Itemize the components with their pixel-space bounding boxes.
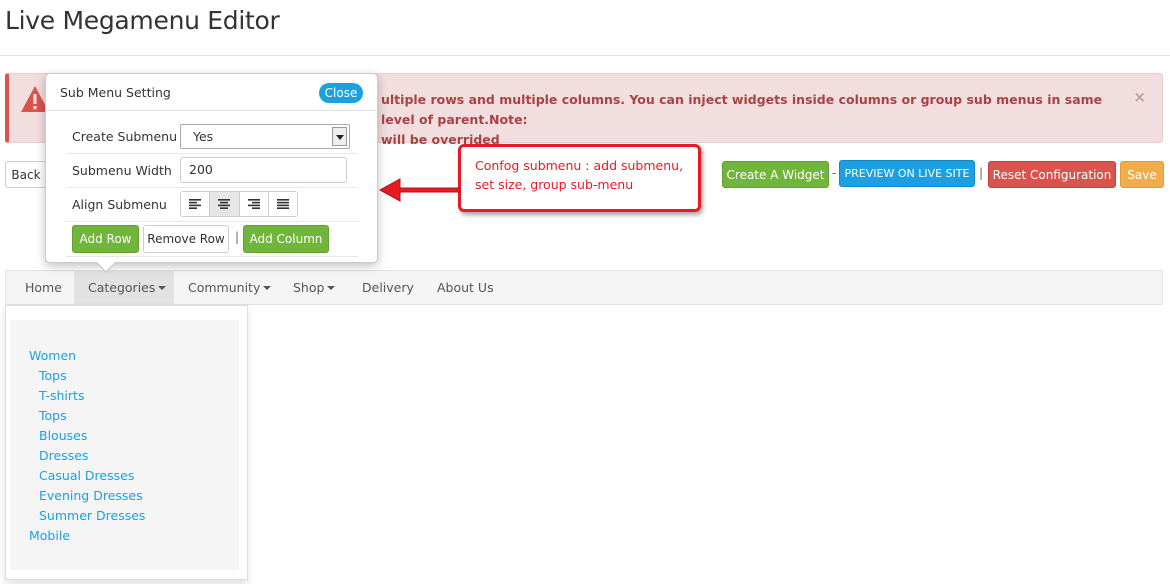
submenu-link-blouses[interactable]: Blouses bbox=[39, 428, 87, 443]
annotation-arrow-icon bbox=[378, 178, 461, 202]
save-button[interactable]: Save bbox=[1120, 161, 1164, 188]
nav-item-categories[interactable]: Categories bbox=[74, 271, 174, 304]
submenu-link-tops[interactable]: Tops bbox=[39, 408, 67, 423]
submenu-width-input[interactable]: 200 bbox=[180, 157, 347, 183]
align-left-button[interactable] bbox=[181, 192, 211, 216]
nav-item-about-us[interactable]: About Us bbox=[423, 271, 508, 304]
callout-line-2: set size, group sub-menu bbox=[475, 177, 634, 192]
categories-dropdown: Women Tops T-shirts Tops Blouses Dresses… bbox=[5, 305, 248, 580]
divider bbox=[66, 187, 358, 188]
chevron-down-icon bbox=[332, 127, 347, 146]
popover-pointer bbox=[97, 262, 115, 271]
align-justify-icon bbox=[276, 199, 289, 209]
caret-down-icon bbox=[158, 285, 167, 290]
submenu-link-tops[interactable]: Tops bbox=[39, 368, 67, 383]
align-submenu-label: Align Submenu bbox=[72, 197, 167, 212]
nav-item-delivery[interactable]: Delivery bbox=[348, 271, 428, 304]
align-center-button[interactable] bbox=[210, 192, 240, 216]
align-justify-button[interactable] bbox=[268, 192, 297, 216]
divider bbox=[66, 153, 358, 154]
submenu-setting-popover: Sub Menu Setting Close Create Submenu Ye… bbox=[45, 73, 378, 273]
create-widget-button[interactable]: Create A Widget bbox=[722, 161, 829, 188]
caret-down-icon bbox=[327, 285, 336, 290]
popover-header: Sub Menu Setting Close bbox=[46, 74, 377, 111]
submenu-link-dresses[interactable]: Dresses bbox=[39, 448, 88, 463]
menu-navbar: Home Categories Community Shop Delivery … bbox=[5, 270, 1163, 305]
alert-line-1: ultiple rows and multiple columns. You c… bbox=[381, 92, 1103, 127]
submenu-link-summer-dresses[interactable]: Summer Dresses bbox=[39, 508, 145, 523]
submenu-link-tshirts[interactable]: T-shirts bbox=[39, 388, 84, 403]
submenu-width-label: Submenu Width bbox=[72, 163, 172, 178]
nav-label: Delivery bbox=[362, 280, 414, 295]
title-divider bbox=[0, 55, 1170, 56]
submenu-link-casual-dresses[interactable]: Casual Dresses bbox=[39, 468, 134, 483]
nav-label: About Us bbox=[437, 280, 494, 295]
align-submenu-group bbox=[180, 191, 298, 217]
page-title: Live Megamenu Editor bbox=[5, 6, 280, 35]
submenu-link-women[interactable]: Women bbox=[29, 348, 76, 363]
divider bbox=[66, 256, 358, 257]
nav-item-community[interactable]: Community bbox=[174, 271, 285, 304]
preview-live-site-button[interactable]: PREVIEW ON LIVE SITE bbox=[839, 160, 975, 187]
submenu-link-evening-dresses[interactable]: Evening Dresses bbox=[39, 488, 143, 503]
add-column-button[interactable]: Add Column bbox=[243, 225, 329, 253]
remove-row-button[interactable]: Remove Row bbox=[143, 225, 229, 253]
alert-message: ultiple rows and multiple columns. You c… bbox=[381, 90, 1121, 150]
create-submenu-value: Yes bbox=[193, 129, 214, 144]
divider bbox=[66, 221, 358, 222]
align-left-icon bbox=[189, 199, 202, 209]
nav-label: Home bbox=[25, 280, 62, 295]
toolbar-separator: | bbox=[979, 166, 984, 180]
submenu-column[interactable]: Women Tops T-shirts Tops Blouses Dresses… bbox=[10, 320, 239, 570]
annotation-callout: Confog submenu : add submenu, set size, … bbox=[458, 144, 701, 212]
reset-configuration-button[interactable]: Reset Configuration bbox=[988, 161, 1116, 188]
alert-close-icon[interactable]: × bbox=[1133, 88, 1146, 106]
nav-label: Categories bbox=[88, 280, 156, 295]
align-right-icon bbox=[247, 199, 260, 209]
align-right-button[interactable] bbox=[239, 192, 269, 216]
back-button[interactable]: Back bbox=[5, 161, 47, 188]
create-submenu-label: Create Submenu bbox=[72, 129, 178, 144]
nav-item-shop[interactable]: Shop bbox=[279, 271, 349, 304]
popover-close-button[interactable]: Close bbox=[319, 83, 363, 103]
toolbar-separator: - bbox=[832, 166, 837, 180]
align-center-icon bbox=[218, 199, 231, 209]
popover-title: Sub Menu Setting bbox=[60, 85, 171, 100]
callout-line-1: Confog submenu : add submenu, bbox=[475, 158, 684, 173]
nav-item-home[interactable]: Home bbox=[11, 271, 76, 304]
add-row-button[interactable]: Add Row bbox=[72, 225, 139, 253]
popover-separator: | bbox=[235, 230, 240, 244]
nav-label: Community bbox=[188, 280, 261, 295]
submenu-link-mobile[interactable]: Mobile bbox=[29, 528, 70, 543]
nav-label: Shop bbox=[293, 280, 325, 295]
create-submenu-select[interactable]: Yes bbox=[180, 124, 350, 149]
caret-down-icon bbox=[263, 285, 272, 290]
